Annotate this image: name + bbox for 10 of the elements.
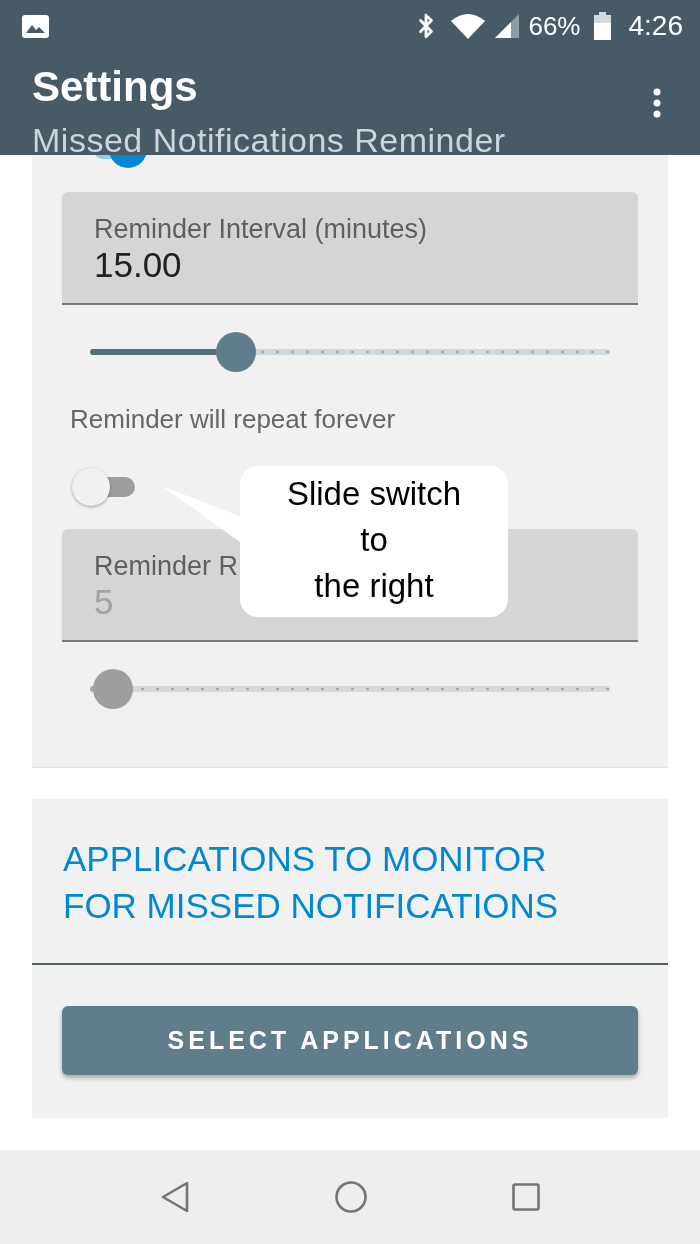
section-heading: APPLICATIONS TO MONITOR FOR MISSED NOTIFICATIONS xyxy=(63,838,560,927)
callout-text: Slide switch to the right xyxy=(286,473,462,606)
field-label: Reminder Interval (minutes) xyxy=(94,214,428,244)
screen-title: Settings xyxy=(32,65,198,109)
repeat-note: Reminder will repeat forever xyxy=(70,405,396,433)
field-label: Reminder R xyxy=(94,551,239,581)
battery-percentage: 66% xyxy=(528,10,581,42)
field-value: 15.00 xyxy=(94,246,182,284)
screen-subtitle: Missed Notifications Reminder xyxy=(32,125,506,155)
status-time: 4:26 xyxy=(628,10,683,42)
